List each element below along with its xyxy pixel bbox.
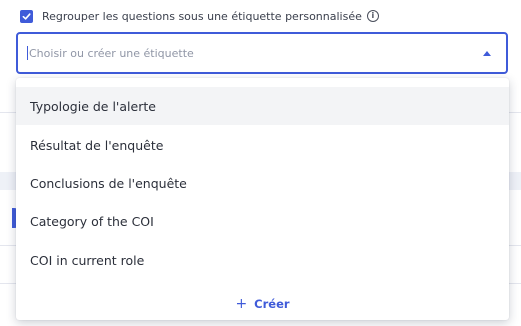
info-icon[interactable]: i (366, 10, 379, 22)
dropdown-option[interactable]: COI in current role (16, 241, 509, 279)
dropdown-option[interactable]: Typologie de l'alerte (16, 87, 509, 125)
dropdown-option[interactable]: Conclusions de l'enquête (16, 164, 509, 202)
group-questions-option: Regrouper les questions sous une étiquet… (20, 8, 379, 24)
create-tag-button[interactable]: + Créer (16, 295, 509, 313)
tag-select[interactable]: Choisir ou créer une étiquette (16, 32, 508, 74)
group-questions-checkbox[interactable] (20, 9, 33, 23)
tag-select-placeholder: Choisir ou créer une étiquette (29, 46, 194, 60)
group-questions-label: Regrouper les questions sous une étiquet… (42, 9, 362, 23)
dropdown-option[interactable]: Category of the COI (16, 202, 509, 240)
text-cursor (27, 46, 28, 60)
page: Regrouper les questions sous une étiquet… (0, 0, 521, 326)
dropdown-option[interactable]: Résultat de l'enquête (16, 126, 509, 164)
create-tag-label: Créer (254, 297, 290, 311)
plus-icon: + (235, 296, 248, 312)
checkmark-icon (22, 12, 31, 20)
chevron-up-icon[interactable] (483, 51, 491, 56)
tag-dropdown-menu: Typologie de l'alerte Résultat de l'enqu… (16, 78, 509, 320)
